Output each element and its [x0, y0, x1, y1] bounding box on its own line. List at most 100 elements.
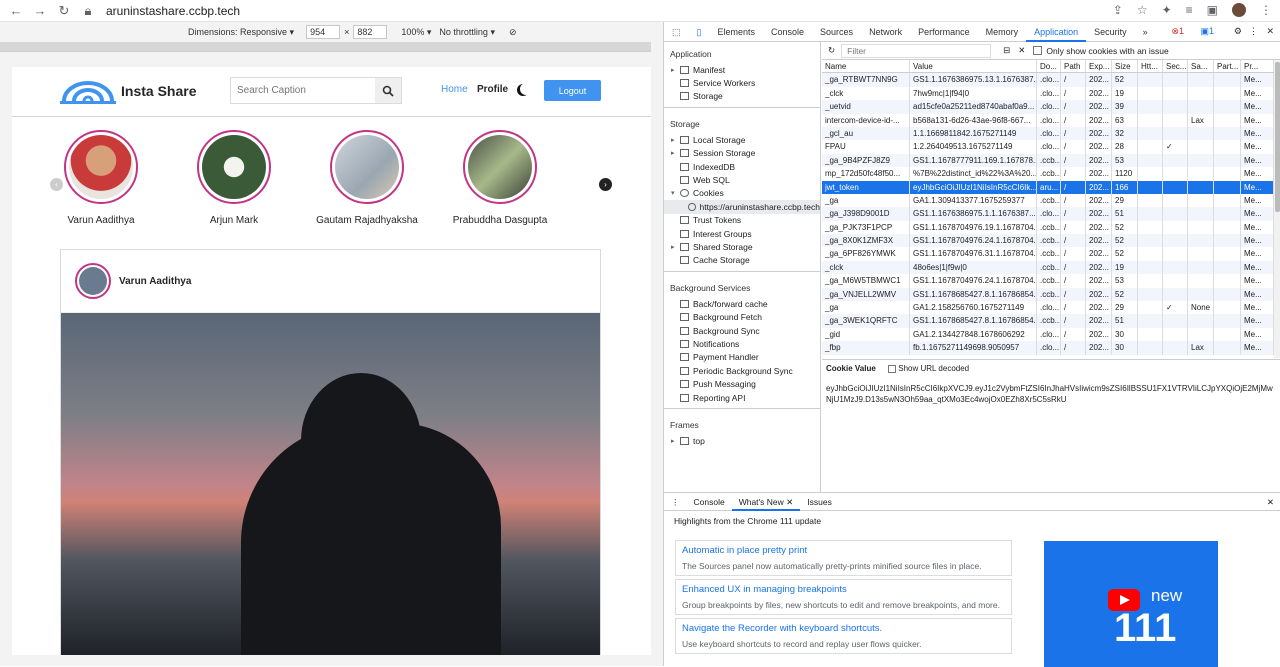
table-row[interactable]: _ga_9B4PZFJ8Z9 GS1.1.1678777911.169.1.167… [822, 153, 1274, 168]
close-devtools-icon[interactable]: ✕ [1266, 26, 1274, 37]
post-avatar[interactable] [75, 263, 111, 299]
menu-icon[interactable]: ⋮ [1260, 3, 1272, 17]
table-row[interactable]: mp_172d50fc48f50... %7B%22distinct_id%22%… [822, 167, 1274, 181]
sidebar-item-payment-handler[interactable]: Payment Handler [664, 351, 820, 364]
table-row[interactable]: _ga_3WEK1QRFTC GS1.1.1678685427.8.1.16786… [822, 314, 1274, 328]
table-row[interactable]: FPAU 1.2.264049513.1675271149 .clo.../202.… [822, 140, 1274, 154]
tab-memory[interactable]: Memory [978, 22, 1027, 42]
delete-selected-icon[interactable]: ✕ [1018, 45, 1025, 56]
sidebar-item-frame-top[interactable]: ▸ top [664, 434, 820, 447]
star-icon[interactable]: ☆ [1137, 3, 1148, 17]
tab-console[interactable]: Console [763, 22, 812, 42]
sidebar-item-service-workers[interactable]: Service Workers [664, 76, 820, 89]
table-row[interactable]: _ga_8X0K1ZMF3X GS1.1.1678704976.24.1.1678… [822, 234, 1274, 248]
table-row[interactable]: _gid GA1.2.134427848.1678606292 .clo.../20… [822, 327, 1274, 342]
throttle-select[interactable]: No throttling ▾ [439, 27, 495, 38]
filter-input[interactable]: Filter [841, 43, 992, 58]
settings-gear-icon[interactable]: ⚙ [1234, 26, 1242, 37]
tab-sources[interactable]: Sources [812, 22, 861, 42]
media-icon[interactable]: ≡ [1186, 3, 1193, 17]
rotate-icon[interactable]: ⊘ [509, 27, 517, 38]
height-input[interactable]: 882 [353, 25, 388, 39]
message-badge[interactable]: ▣1 [1200, 26, 1214, 37]
sidebar-item-notifications[interactable]: Notifications [664, 337, 820, 350]
table-row[interactable]: _ga_J398D9001D GS1.1.1676386975.1.1.16763… [822, 207, 1274, 221]
zoom-select[interactable]: 100% ▾ [401, 27, 431, 38]
width-input[interactable]: 954 [306, 25, 341, 39]
search-button[interactable] [375, 78, 401, 103]
lock-icon[interactable]: 🔒︎ [80, 3, 96, 19]
table-row[interactable]: _clck 7hw9mc|1|f94|0 .clo.../202... 19 Me... [822, 86, 1274, 101]
table-row[interactable]: _ga_VNJELL2WMV GS1.1.1678685427.8.1.16786… [822, 287, 1274, 302]
drawer-tab-console[interactable]: Console [687, 493, 732, 511]
drawer-menu-icon[interactable]: ⋮ [664, 493, 687, 511]
table-row[interactable]: _ga_RTBWT7NN9G GS1.1.1676386975.13.1.1676… [822, 73, 1274, 87]
extensions-icon[interactable]: ✦ [1162, 3, 1172, 17]
close-drawer-icon[interactable]: ✕ [1260, 493, 1280, 511]
tab-network[interactable]: Network [861, 22, 910, 42]
tab-elements[interactable]: Elements [709, 22, 763, 42]
url-decoded-checkbox[interactable] [888, 364, 897, 373]
carousel-next-icon[interactable]: › [599, 178, 612, 191]
table-row[interactable]: jwt_token eyJhbGciOiJIUzI1NiIsInR5cCI6Ik.… [822, 180, 1274, 194]
table-header-row[interactable]: Name Value Do... Path Exp... Size Htt... Sec...… [822, 60, 1274, 74]
sidebar-item-background-fetch[interactable]: Background Fetch [664, 310, 820, 323]
nav-home-link[interactable]: Home [441, 84, 468, 95]
sidebar-item-indexeddb[interactable]: IndexedDB [664, 160, 820, 173]
profile-avatar[interactable] [1232, 3, 1246, 17]
story-item[interactable]: Arjun Mark [179, 130, 289, 226]
sidebar-item-trust-tokens[interactable]: Trust Tokens [664, 214, 820, 227]
search-input[interactable] [231, 78, 375, 103]
back-icon[interactable]: ← [8, 3, 24, 19]
table-row[interactable]: _uetvid ad15cfe0a25211ed8740abaf0a9... .cl… [822, 100, 1274, 114]
table-row[interactable]: _ga_6PF826YMWK GS1.1.1678704976.31.1.1678… [822, 247, 1274, 261]
sidebar-item-shared-storage[interactable]: ▸ Shared Storage [664, 240, 820, 253]
share-icon[interactable]: ⇪ [1113, 3, 1123, 17]
sidebar-item-session-storage[interactable]: ▸ Session Storage [664, 147, 820, 160]
sidebar-item-background-sync[interactable]: Background Sync [664, 324, 820, 337]
sidebar-item-reporting-api[interactable]: Reporting API [664, 391, 820, 404]
sidebar-item-websql[interactable]: Web SQL [664, 173, 820, 186]
inspect-icon[interactable]: ⬚ [664, 22, 689, 42]
sidebar-item-storage[interactable]: Storage [664, 90, 820, 103]
sidebar-item-periodic-sync[interactable]: Periodic Background Sync [664, 364, 820, 377]
table-row[interactable]: _ga GA1.1.309413377.1675259377 .ccb.../202… [822, 193, 1274, 208]
sidebar-item-cache-storage[interactable]: Cache Storage [664, 254, 820, 267]
clear-filtered-icon[interactable]: ⊟ [1003, 45, 1010, 56]
address-bar[interactable]: aruninstashare.ccbp.tech [106, 4, 240, 18]
sidebar-item-interest-groups[interactable]: Interest Groups [664, 227, 820, 240]
error-badge[interactable]: ⊗1 [1171, 26, 1184, 37]
sidebar-item-local-storage[interactable]: ▸ Local Storage [664, 133, 820, 146]
logout-button[interactable]: Logout [544, 80, 601, 101]
drawer-tab-whats-new[interactable]: What's New ✕ [731, 493, 801, 511]
sidebar-item-bfcache[interactable]: Back/forward cache [664, 297, 820, 310]
tab-security[interactable]: Security [1086, 22, 1135, 42]
table-scrollbar[interactable] [1274, 60, 1280, 358]
more-tabs-icon[interactable]: » [1135, 22, 1156, 42]
theme-toggle-moon-icon[interactable] [520, 83, 532, 95]
sidebar-item-cookies[interactable]: ▾ Cookies [664, 187, 820, 200]
resize-handle[interactable] [652, 22, 663, 666]
sidepanel-icon[interactable]: ▣ [1207, 3, 1218, 17]
tab-application[interactable]: Application [1026, 21, 1087, 42]
post-image[interactable] [61, 313, 600, 655]
table-row[interactable]: _clck 48o6es|1|f9w|0 .ccb.../202... 19 Me... [822, 260, 1274, 275]
tab-performance[interactable]: Performance [910, 22, 978, 42]
sidebar-item-push-messaging[interactable]: Push Messaging [664, 377, 820, 390]
story-item[interactable]: Prabuddha Dasgupta [445, 130, 555, 226]
device-toggle-icon[interactable]: ▯ [689, 22, 710, 42]
table-row[interactable]: _fbp fb.1.1675271149698.9050957 .clo.../20… [822, 341, 1274, 355]
refresh-icon[interactable]: ↻ [828, 45, 835, 56]
table-row[interactable]: _ga GA1.2.158256760.1675271149 .clo.../202… [822, 301, 1274, 315]
post-username[interactable]: Varun Aadithya [119, 276, 191, 287]
sidebar-item-cookie-origin[interactable]: https://aruninstashare.ccbp.tech [664, 200, 820, 214]
whats-new-card[interactable]: Navigate the Recorder with keyboard shor… [675, 618, 1012, 654]
table-row[interactable]: intercom-device-id-... b568a131-6d26-43ae… [822, 113, 1274, 127]
dimensions-select[interactable]: Dimensions: Responsive ▾ [188, 27, 294, 38]
story-item[interactable]: Varun Aadithya [46, 130, 156, 226]
story-item[interactable]: Gautam Rajadhyaksha [312, 130, 422, 226]
table-row[interactable]: _ga_M6W5TBMWC1 GS1.1.1678704976.24.1.1678… [822, 274, 1274, 288]
sidebar-item-manifest[interactable]: ▸ Manifest [664, 63, 820, 76]
table-row[interactable]: _gcl_au 1.1.1669811842.1675271149 .clo... /… [822, 126, 1274, 141]
reload-icon[interactable]: ↻ [56, 3, 72, 19]
